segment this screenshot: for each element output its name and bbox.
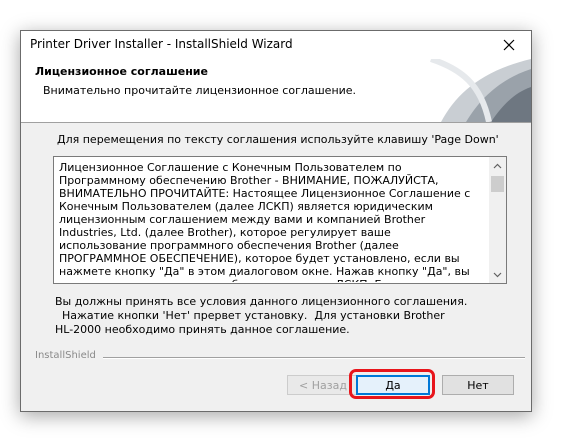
license-text: Лицензионное Соглашение с Конечным Польз… (59, 161, 471, 282)
yes-button-highlight (349, 369, 435, 399)
scroll-down-button[interactable] (489, 266, 506, 283)
license-textbox[interactable]: Лицензионное Соглашение с Конечным Польз… (53, 156, 507, 284)
header-swoosh-graphic (430, 59, 531, 122)
installer-window: Printer Driver Installer - InstallShield… (20, 30, 532, 412)
installshield-label: InstallShield (35, 350, 96, 361)
wizard-header: Лицензионное соглашение Внимательно проч… (21, 59, 531, 123)
scroll-thumb[interactable] (491, 176, 504, 192)
close-button[interactable] (487, 31, 531, 59)
header-subtitle: Внимательно прочитайте лицензионное согл… (43, 84, 357, 97)
chevron-up-icon (493, 163, 502, 168)
title-bar[interactable]: Printer Driver Installer - InstallShield… (21, 31, 531, 59)
accept-notice: Вы должны принять все условия данного ли… (55, 295, 468, 336)
header-title: Лицензионное соглашение (35, 65, 208, 78)
no-button[interactable]: Нет (442, 375, 514, 395)
scroll-up-button[interactable] (489, 157, 506, 174)
license-scrollbar[interactable] (489, 157, 506, 283)
chevron-down-icon (493, 272, 502, 277)
scroll-instruction: Для перемещения по тексту соглашения исп… (57, 133, 499, 146)
footer-divider (103, 357, 525, 359)
window-title: Printer Driver Installer - InstallShield… (30, 37, 293, 51)
close-icon (503, 39, 515, 51)
